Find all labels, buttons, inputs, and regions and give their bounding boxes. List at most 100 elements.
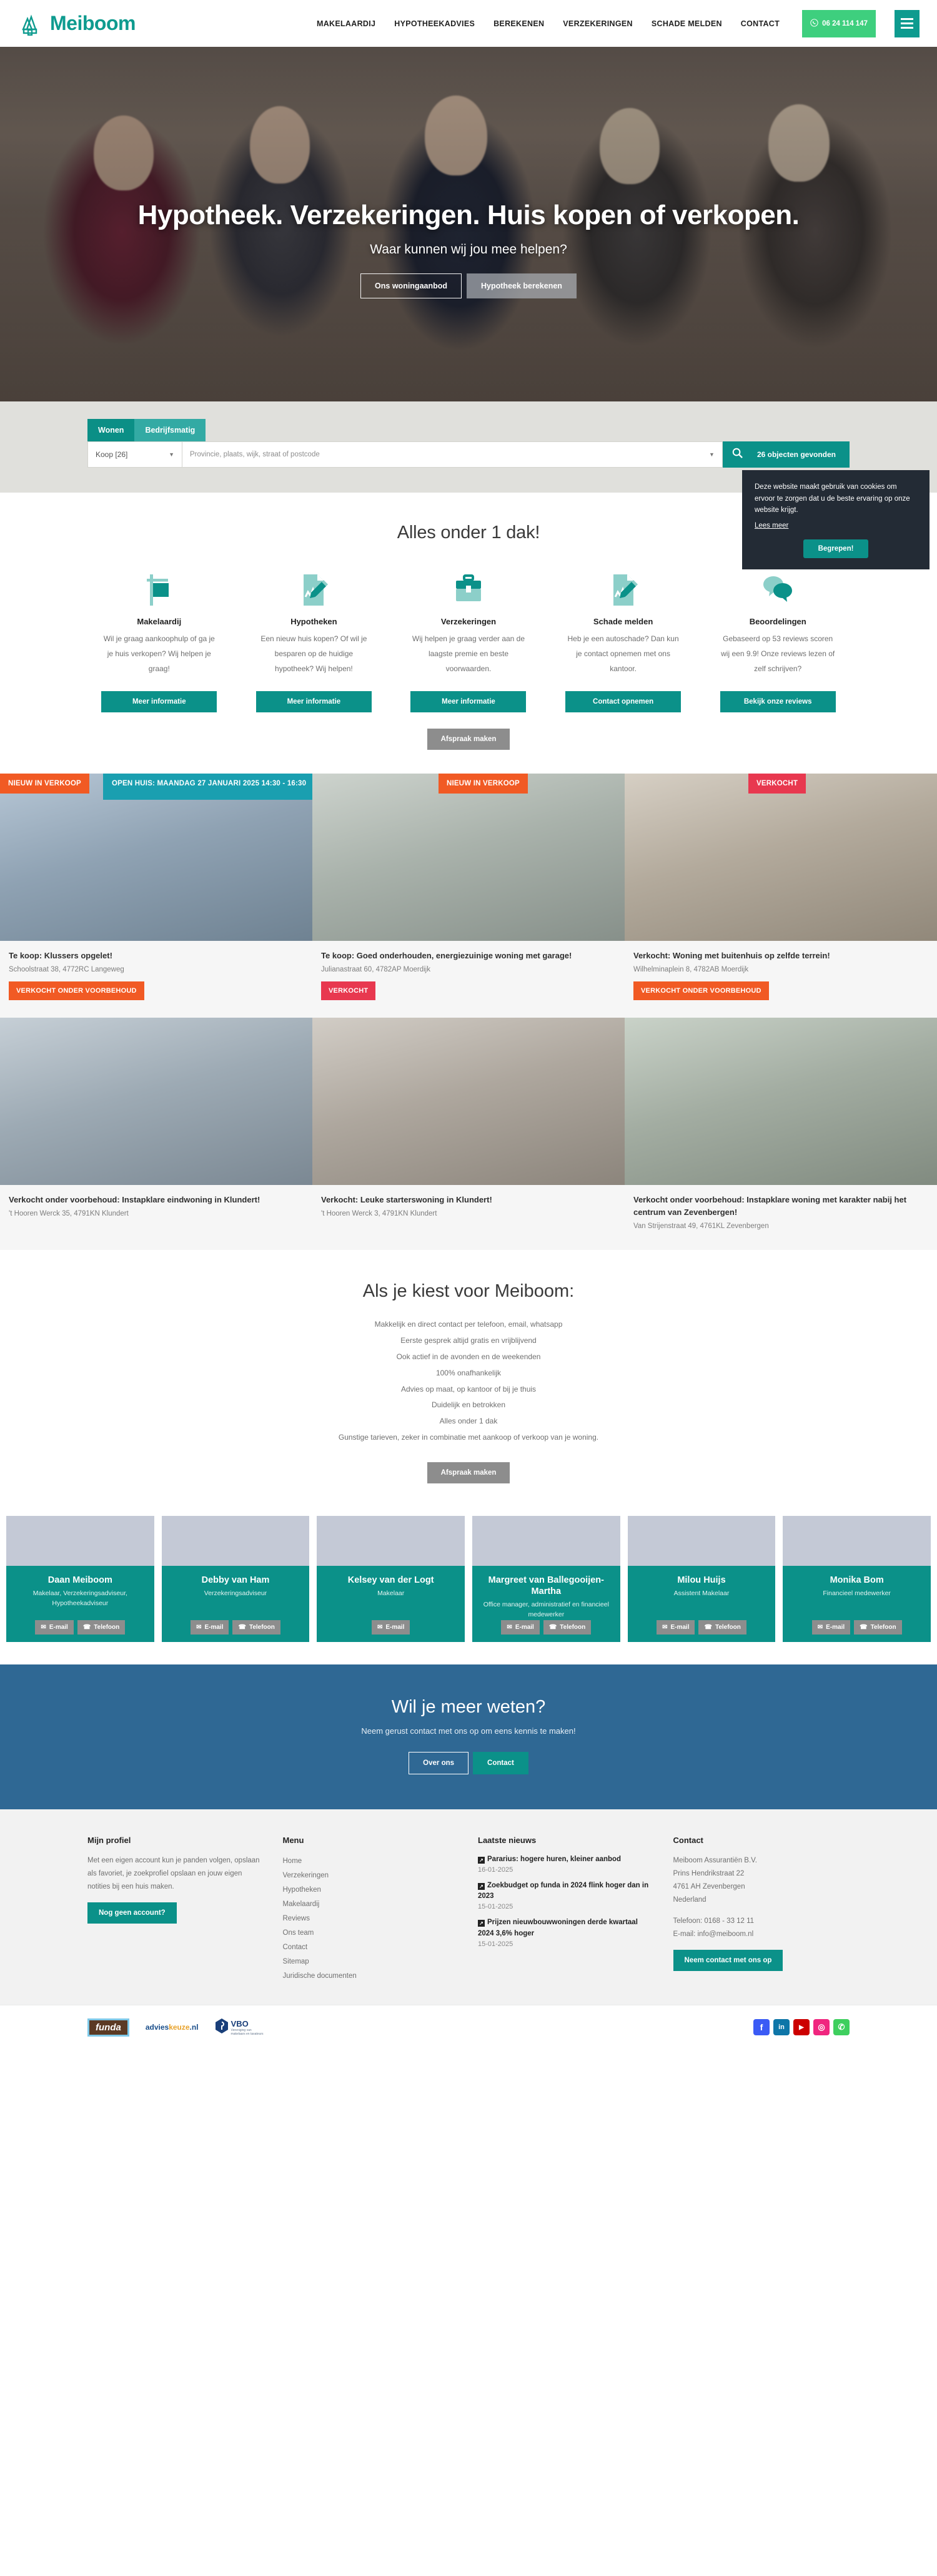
- instagram-icon[interactable]: ◎: [813, 2019, 830, 2036]
- listing-ribbon-open-house: OPEN HUIS: MAANDAG 27 JANUARI 2025 14:30…: [103, 774, 312, 800]
- service-button-makelaardij[interactable]: Meer informatie: [101, 691, 217, 712]
- property-type-select[interactable]: Koop [26] ▼: [87, 441, 182, 468]
- document-pen-icon: [607, 568, 640, 607]
- listing-status-badge: VERKOCHT: [321, 981, 376, 1001]
- burger-line: [901, 27, 913, 29]
- footer-link-makelaardij[interactable]: Makelaardij: [283, 1897, 460, 1912]
- listing-photo[interactable]: NIEUW IN VERKOOP: [312, 774, 625, 941]
- contact-button[interactable]: Contact: [473, 1751, 528, 1774]
- footer-heading-contact: Contact: [673, 1835, 703, 1845]
- footer-link-verzekeringen[interactable]: Verzekeringen: [283, 1869, 460, 1883]
- woningaanbod-button[interactable]: Ons woningaanbod: [360, 273, 462, 298]
- why-choose-item: Advies op maat, op kantoor of bij je thu…: [400, 1384, 537, 1394]
- phone-icon: ☎: [860, 1623, 868, 1631]
- facebook-icon[interactable]: f: [753, 2019, 770, 2036]
- footer-link-hypotheken[interactable]: Hypotheken: [283, 1883, 460, 1897]
- cta-subtitle: Neem gerust contact met ons op om eens k…: [361, 1726, 576, 1736]
- tab-bedrijfsmatig[interactable]: Bedrijfsmatig: [134, 419, 206, 441]
- email-label: E-mail: [204, 1623, 224, 1631]
- neem-contact-button[interactable]: Neem contact met ons op: [673, 1950, 783, 1972]
- listing-photo[interactable]: [625, 1018, 937, 1186]
- hypotheek-berekenen-button[interactable]: Hypotheek berekenen: [467, 273, 577, 298]
- youtube-icon[interactable]: ▶: [793, 2019, 810, 2036]
- nav-verzekeringen[interactable]: VERZEKERINGEN: [563, 19, 633, 28]
- footer-link-juridische-documenten[interactable]: Juridische documenten: [283, 1969, 460, 1984]
- cookie-read-more-link[interactable]: Lees meer: [755, 522, 788, 529]
- vbo-logo[interactable]: VBO Vereniging van makelaars en taxateur…: [215, 2018, 264, 2037]
- listing-title[interactable]: Te koop: Goed onderhouden, energiezuinig…: [321, 950, 615, 962]
- team-member-name: Kelsey van der Logt: [347, 1575, 434, 1585]
- listing-card[interactable]: Verkocht: Leuke starterswoning in Klunde…: [312, 1018, 625, 1230]
- nav-schade-melden[interactable]: SCHADE MELDEN: [652, 19, 722, 28]
- news-item[interactable]: ↗ Zoekbudget op funda in 2024 flink hoger…: [478, 1880, 655, 1910]
- over-ons-button[interactable]: Over ons: [409, 1751, 469, 1774]
- listing-photo[interactable]: [0, 1018, 312, 1186]
- linkedin-icon[interactable]: in: [773, 2019, 790, 2036]
- listing-title[interactable]: Te koop: Klussers opgelet!: [9, 950, 302, 962]
- footer-link-sitemap[interactable]: Sitemap: [283, 1955, 460, 1969]
- email-button[interactable]: ✉ E-mail: [371, 1620, 410, 1635]
- menu-toggle-button[interactable]: [895, 9, 920, 37]
- listing-card[interactable]: Verkocht onder voorbehoud: Instapklare e…: [0, 1018, 312, 1230]
- service-button-hypotheken[interactable]: Meer informatie: [255, 691, 372, 712]
- phone-button[interactable]: 06 24 114 147: [802, 9, 876, 37]
- service-card-schade-melden: Schade melden Heb je een autoschade? Dan…: [552, 568, 695, 712]
- email-button[interactable]: ✉ E-mail: [657, 1620, 695, 1635]
- email-label: E-mail: [826, 1623, 845, 1631]
- listing-photo[interactable]: [312, 1018, 625, 1186]
- footer-col-news: Laatste nieuws ↗ Pararius: hogere huren, …: [478, 1836, 655, 1984]
- email-button[interactable]: ✉ E-mail: [191, 1620, 229, 1635]
- nav-berekenen[interactable]: BEREKENEN: [493, 19, 544, 28]
- contact-phone: Telefoon: 0168 - 33 12 11: [673, 1917, 755, 1925]
- listing-title[interactable]: Verkocht onder voorbehoud: Instapklare e…: [9, 1194, 302, 1206]
- nav-hypotheekadvies[interactable]: HYPOTHEEKADVIES: [394, 19, 475, 28]
- nav-contact[interactable]: CONTACT: [741, 19, 780, 28]
- news-title-text: Pararius: hogere huren, kleiner aanbod: [487, 1855, 622, 1863]
- email-button[interactable]: ✉ E-mail: [35, 1620, 74, 1635]
- listing-card[interactable]: NIEUW IN VERKOOP OPEN HUIS: MAANDAG 27 J…: [0, 774, 312, 1001]
- listing-card[interactable]: VERKOCHT Verkocht: Woning met buitenhuis…: [625, 774, 937, 1001]
- service-button-verzekeringen[interactable]: Meer informatie: [410, 691, 527, 712]
- service-desc: Gebaseerd op 53 reviews scoren wij een 9…: [721, 634, 835, 673]
- external-link-icon: ↗: [478, 1856, 485, 1864]
- telephone-button[interactable]: ☎ Telefoon: [698, 1620, 746, 1635]
- listing-title[interactable]: Verkocht: Leuke starterswoning in Klunde…: [321, 1194, 615, 1206]
- telephone-button[interactable]: ☎ Telefoon: [232, 1620, 280, 1635]
- funda-logo[interactable]: funda: [87, 2018, 129, 2037]
- news-item[interactable]: ↗ Prijzen nieuwbouwwoningen derde kwartaa…: [478, 1917, 655, 1948]
- location-input[interactable]: Provincie, plaats, wijk, straat of postc…: [182, 441, 723, 468]
- team-member-photo: [317, 1515, 465, 1566]
- listing-photo[interactable]: VERKOCHT: [625, 774, 937, 941]
- search-submit[interactable]: 26 objecten gevonden: [722, 441, 850, 468]
- footer-link-home[interactable]: Home: [283, 1854, 460, 1869]
- afspraak-maken-button[interactable]: Afspraak maken: [427, 729, 510, 750]
- telephone-button[interactable]: ☎ Telefoon: [77, 1620, 126, 1635]
- phone-icon: ☎: [82, 1623, 91, 1631]
- create-account-button[interactable]: Nog geen account?: [87, 1902, 177, 1924]
- team-member-role: Assistent Makelaar: [673, 1589, 730, 1597]
- email-button[interactable]: ✉ E-mail: [501, 1620, 540, 1635]
- service-button-beoordelingen[interactable]: Bekijk onze reviews: [720, 691, 836, 712]
- listing-title[interactable]: Verkocht: Woning met buitenhuis op zelfd…: [633, 950, 927, 962]
- footer-link-ons-team[interactable]: Ons team: [283, 1926, 460, 1940]
- footer-link-reviews[interactable]: Reviews: [283, 1912, 460, 1926]
- listing-photo[interactable]: NIEUW IN VERKOOP OPEN HUIS: MAANDAG 27 J…: [0, 774, 312, 941]
- footer-heading-news: Laatste nieuws: [478, 1835, 537, 1845]
- whatsapp-icon[interactable]: ✆: [833, 2019, 850, 2036]
- listing-card[interactable]: NIEUW IN VERKOOP Te koop: Goed onderhoud…: [312, 774, 625, 1001]
- footer-link-contact[interactable]: Contact: [283, 1940, 460, 1955]
- cookie-accept-button[interactable]: Begrepen!: [803, 539, 869, 558]
- advieskeuze-logo[interactable]: advieskeuze.nl: [146, 2023, 199, 2032]
- logo[interactable]: Meiboom: [19, 11, 136, 37]
- services-title: Alles onder 1 dak!: [397, 523, 540, 543]
- news-item[interactable]: ↗ Pararius: hogere huren, kleiner aanbod …: [478, 1854, 655, 1874]
- telephone-button[interactable]: ☎ Telefoon: [543, 1620, 592, 1635]
- listing-card[interactable]: Verkocht onder voorbehoud: Instapklare w…: [625, 1018, 937, 1230]
- afspraak-maken-button[interactable]: Afspraak maken: [427, 1462, 510, 1483]
- nav-makelaardij[interactable]: MAKELAARDIJ: [317, 19, 375, 28]
- tab-wonen[interactable]: Wonen: [87, 419, 135, 441]
- telephone-button[interactable]: ☎ Telefoon: [854, 1620, 902, 1635]
- service-button-schade-melden[interactable]: Contact opnemen: [565, 691, 682, 712]
- email-button[interactable]: ✉ E-mail: [811, 1620, 851, 1635]
- listing-title[interactable]: Verkocht onder voorbehoud: Instapklare w…: [633, 1194, 927, 1219]
